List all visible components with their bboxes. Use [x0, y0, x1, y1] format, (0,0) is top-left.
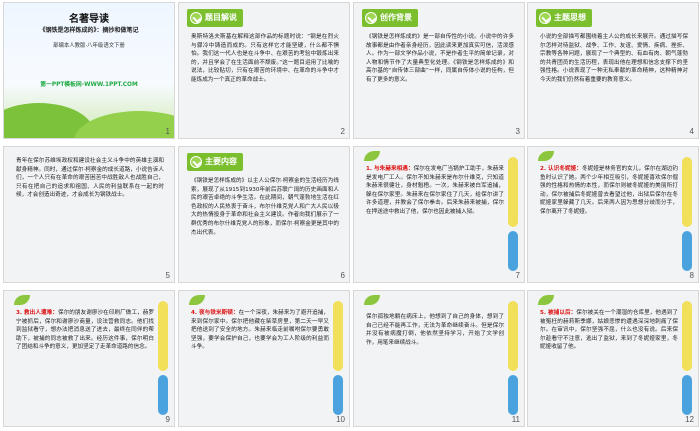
cover-grade: 部编本人教版·八年级语文下册 — [53, 43, 125, 49]
stripe-decoration — [682, 157, 692, 227]
slide-body: 奥斯特洛夫斯基在解释这部作品的标题时说：“钢是在烈火与骤冷中铸造而成的。只有这样… — [191, 34, 339, 83]
slide-body: 3. 救出人遭难：保尔的朋友谢廖沙在印刷厂做工，赫罗宁被抓后，保尔和谢廖沙商量，… — [16, 309, 154, 352]
section-tag-label: 创作背景 — [380, 13, 412, 22]
section-tag: 主题思想 — [536, 9, 592, 27]
slide-thumbnail-6[interactable]: 主要内容 《钢铁是怎样炼成的》以主人公保尔·柯察金的生活经历为线索，展现了从19… — [178, 146, 350, 283]
slide-body: 4. 夜与铁米斯顿：在一个深夜，朱赫来为了避开追捕，来到保尔家中。保尔把他藏在柴… — [191, 309, 329, 352]
slide-body: 《钢铁是怎样炼成的》以主人公保尔·柯察金的生活经历为线索，展现了从1915到19… — [191, 178, 339, 236]
stripe-decoration — [158, 301, 168, 371]
slide-thumbnail-11[interactable]: 保尔孤独地躺在病床上，他想到了自己的身体，想到了自己已经不能再工作，无法为革命继… — [353, 290, 525, 427]
item-text: 在一个深夜，朱赫来为了避开追捕，来到保尔家中。保尔把他藏在柴草房里，第二天一早又… — [191, 310, 329, 351]
stripe-decoration — [158, 375, 168, 415]
cover-title: 名著导读 — [69, 14, 109, 25]
section-tag-label: 题目解说 — [205, 13, 237, 22]
leaf-decoration — [538, 295, 554, 305]
stripe-decoration — [508, 301, 518, 371]
slide-number: 6 — [340, 271, 345, 280]
slide-number: 9 — [165, 415, 170, 424]
item-heading: 3. 救出人遭难： — [16, 310, 58, 316]
leaf-decoration — [538, 151, 554, 161]
leaf-decoration — [189, 295, 205, 305]
section-tag-label: 主要内容 — [205, 157, 237, 166]
item-text: 保尔的朋友谢廖沙在印刷厂做工，赫罗宁被抓后，保尔和谢廖沙商量，设法营救同志。他们… — [16, 310, 154, 351]
leaf-decoration — [364, 295, 380, 305]
leaf-decoration — [14, 295, 30, 305]
slide-body: 《钢铁是怎样炼成的》是一部自传性的小说。小说中的许多故事都是由作者亲身经历，因此… — [366, 34, 514, 83]
slide-body: 青年在保尔苏维埃政权和建设社会主义斗争中的英雄主演和献身精神。同时，通过保尔·柯… — [16, 158, 164, 199]
slide-thumbnail-7[interactable]: 1. 与朱赫来相遇：保尔在发电厂当锅炉工助手，朱赫来是发电厂工人。保尔不知朱赫来… — [353, 146, 525, 283]
slide-thumbnail-1[interactable]: 名著导读 《钢铁是怎样炼成的》：摘抄和做笔记 部编本人教版·八年级语文下册 第一… — [3, 2, 175, 139]
leaf-decoration — [364, 151, 380, 161]
slide-thumbnail-3[interactable]: 创作背景 《钢铁是怎样炼成的》是一部自传性的小说。小说中的许多故事都是由作者亲身… — [353, 2, 525, 139]
item-heading: 5. 被捕以后： — [540, 310, 577, 316]
stripe-decoration — [682, 231, 692, 271]
check-icon — [365, 12, 377, 24]
item-text: 冬妮娅是林务官的女儿，保尔在湖边钓鱼时认识了她。两个少年相互吸引，冬妮娅喜欢保尔… — [540, 166, 678, 215]
slide-number: 5 — [165, 271, 170, 280]
check-icon — [539, 12, 551, 24]
slide-thumbnail-12[interactable]: 5. 被捕以后：保尔被关在一个潮湿的仓库里，他遇到了被冤枉的赫莉斯季娜，姑娘悲惨… — [527, 290, 699, 427]
slide-thumbnail-8[interactable]: 2. 认识冬妮娅：冬妮娅是林务官的女儿，保尔在湖边钓鱼时认识了她。两个少年相互吸… — [527, 146, 699, 283]
stripe-decoration — [333, 375, 343, 415]
slide-number: 8 — [689, 271, 694, 280]
slide-body: 5. 被捕以后：保尔被关在一个潮湿的仓库里，他遇到了被冤枉的赫莉斯季娜，姑娘悲惨… — [540, 309, 678, 352]
section-tag: 主要内容 — [187, 153, 243, 171]
slide-body: 1. 与朱赫来相遇：保尔在发电厂当锅炉工助手，朱赫来是发电厂工人。保尔不知朱赫来… — [366, 165, 504, 217]
check-icon — [190, 156, 202, 168]
slide-thumbnail-10[interactable]: 4. 夜与铁米斯顿：在一个深夜，朱赫来为了避开追捕，来到保尔家中。保尔把他藏在柴… — [178, 290, 350, 427]
section-tag: 题目解说 — [187, 9, 243, 27]
slide-thumbnail-9[interactable]: 3. 救出人遭难：保尔的朋友谢廖沙在印刷厂做工，赫罗宁被抓后，保尔和谢廖沙商量，… — [3, 290, 175, 427]
hill-decoration — [74, 111, 174, 138]
item-text: 保尔在发电厂当锅炉工助手，朱赫来是发电厂工人。保尔不知朱赫来是布尔什维克，只知道… — [366, 166, 504, 215]
item-heading: 1. 与朱赫来相遇： — [366, 166, 414, 172]
stripe-decoration — [682, 375, 692, 415]
cover-subtitle: 《钢铁是怎样炼成的》：摘抄和做笔记 — [39, 27, 139, 34]
slide-number: 4 — [689, 127, 694, 136]
slide-thumbnail-5[interactable]: 青年在保尔苏维埃政权和建设社会主义斗争中的英雄主演和献身精神。同时，通过保尔·柯… — [3, 146, 175, 283]
slide-thumbnail-2[interactable]: 题目解说 奥斯特洛夫斯基在解释这部作品的标题时说：“钢是在烈火与骤冷中铸造而成的… — [178, 2, 350, 139]
stripe-decoration — [508, 157, 518, 227]
stripe-decoration — [508, 375, 518, 415]
slide-number: 1 — [165, 127, 170, 136]
slide-body: 2. 认识冬妮娅：冬妮娅是林务官的女儿，保尔在湖边钓鱼时认识了她。两个少年相互吸… — [540, 165, 678, 217]
slide-number: 3 — [515, 127, 520, 136]
section-tag: 创作背景 — [362, 9, 418, 27]
slide-number: 11 — [511, 415, 520, 424]
item-text: 保尔被关在一个潮湿的仓库里，他遇到了被冤枉的赫莉斯季娜，姑娘悲惨的遭遇深深地刺痛… — [540, 310, 678, 351]
item-heading: 2. 认识冬妮娅： — [540, 166, 582, 172]
section-tag-label: 主题思想 — [554, 13, 586, 22]
stripe-decoration — [333, 301, 343, 371]
slide-number: 7 — [515, 271, 520, 280]
slide-number: 12 — [685, 415, 694, 424]
slide-body: 小说的全部描写都围绕着主人公的成长来展开。通过描写保尔怎样对待监狱、战争、工作、… — [540, 34, 688, 83]
item-heading: 4. 夜与铁米斯顿： — [191, 310, 239, 316]
check-icon — [190, 12, 202, 24]
slide-body: 保尔孤独地躺在病床上，他想到了自己的身体，想到了自己已经不能再工作，无法为革命继… — [366, 314, 504, 346]
slide-number: 10 — [336, 415, 345, 424]
stripe-decoration — [508, 231, 518, 271]
slide-grid: 名著导读 《钢铁是怎样炼成的》：摘抄和做笔记 部编本人教版·八年级语文下册 第一… — [0, 0, 700, 431]
slide-number: 2 — [340, 127, 345, 136]
cover-watermark: 第一PPT模板网-WWW.1PPT.COM — [40, 82, 138, 88]
slide-thumbnail-4[interactable]: 主题思想 小说的全部描写都围绕着主人公的成长来展开。通过描写保尔怎样对待监狱、战… — [527, 2, 699, 139]
stripe-decoration — [682, 301, 692, 371]
